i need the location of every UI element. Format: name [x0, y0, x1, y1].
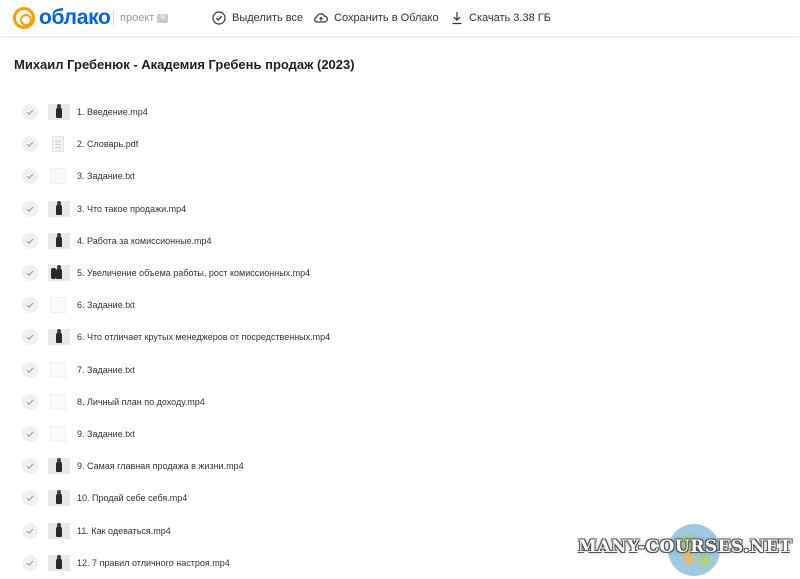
row-select-checkbox[interactable]: [22, 200, 38, 217]
row-select-checkbox[interactable]: [22, 361, 38, 378]
file-name[interactable]: 2. Словарь.pdf: [77, 137, 138, 151]
row-select-checkbox[interactable]: [22, 554, 38, 571]
video-thumbnail: [48, 104, 70, 120]
check-icon: [26, 528, 34, 534]
file-row[interactable]: 2. Словарь.pdf: [0, 128, 800, 160]
file-name[interactable]: 9. Задание.txt: [77, 427, 135, 441]
folder-title: Михаил Гребенюк - Академия Гребень прода…: [14, 57, 355, 72]
row-select-checkbox[interactable]: [22, 490, 38, 507]
check-icon: [26, 399, 34, 405]
check-icon: [26, 431, 34, 438]
pdf-thumbnail: [52, 136, 64, 153]
logo-text: облако: [39, 6, 111, 29]
file-name[interactable]: 6. Что отличает крутых менеджеров от пос…: [77, 330, 330, 344]
file-row[interactable]: 6. Задание.txt: [0, 289, 800, 321]
select-all-button[interactable]: Выделить все: [212, 10, 303, 26]
check-icon: [26, 270, 34, 277]
check-icon: [26, 367, 34, 373]
row-select-checkbox[interactable]: [22, 168, 38, 185]
row-select-checkbox[interactable]: [22, 232, 38, 249]
download-icon: [452, 12, 462, 25]
file-name[interactable]: 7. Задание.txt: [77, 363, 135, 377]
download-label: Скачать 3.38 ГБ: [469, 12, 551, 24]
top-header: облако проект M Выделить все Сохранить в…: [0, 0, 800, 37]
file-name[interactable]: 3. Задание.txt: [77, 169, 135, 183]
file-name[interactable]: 5. Увеличение объема работы, рост комисс…: [77, 266, 310, 280]
check-icon: [26, 334, 34, 341]
watermark: MANY-COURSES.NET: [578, 520, 800, 579]
row-select-checkbox[interactable]: [22, 393, 38, 410]
file-name[interactable]: 1. Введение.mp4: [77, 105, 148, 119]
row-select-checkbox[interactable]: [22, 522, 38, 539]
row-select-checkbox[interactable]: [22, 426, 38, 442]
file-row[interactable]: 9. Самая главная продажа в жизни.mp4: [0, 450, 800, 482]
text-file-thumbnail: [50, 168, 66, 185]
watermark-text: MANY-COURSES.NET: [578, 537, 793, 557]
text-file-thumbnail: [50, 361, 66, 378]
project-label-text: проект: [120, 12, 155, 24]
row-select-checkbox[interactable]: [22, 329, 38, 346]
file-row[interactable]: 1. Введение.mp4: [0, 96, 800, 128]
at-logo-icon: [13, 7, 35, 29]
check-icon: [26, 141, 34, 148]
cloud-upload-icon: [314, 13, 328, 23]
project-badge: M: [157, 13, 169, 23]
file-name[interactable]: 6. Задание.txt: [77, 298, 135, 312]
select-all-label: Выделить все: [232, 12, 304, 24]
row-select-checkbox[interactable]: [22, 136, 38, 153]
video-thumbnail: [48, 522, 70, 539]
check-icon: [26, 302, 34, 309]
file-row[interactable]: 10. Продай себе себя.mp4: [0, 482, 800, 514]
check-icon: [26, 238, 34, 244]
video-thumbnail: [48, 265, 70, 281]
video-thumbnail: [48, 200, 70, 217]
check-circle-icon: [212, 11, 226, 25]
project-label: проект M: [120, 11, 169, 25]
file-row[interactable]: 8. Личный план по доходу.mp4: [0, 386, 800, 418]
row-select-checkbox[interactable]: [22, 458, 38, 475]
video-thumbnail: [48, 232, 70, 249]
video-thumbnail: [48, 458, 70, 475]
check-icon: [26, 463, 34, 470]
text-file-thumbnail: [50, 297, 66, 314]
check-icon: [26, 495, 34, 502]
text-file-thumbnail: [50, 426, 66, 442]
save-to-cloud-label: Сохранить в Облако: [334, 12, 439, 24]
file-name[interactable]: 12. 7 правил отличного настроя.mp4: [77, 556, 230, 570]
file-row[interactable]: 3. Задание.txt: [0, 160, 800, 192]
file-name[interactable]: 4. Работа за комиссионные.mp4: [77, 234, 212, 248]
file-row[interactable]: 5. Увеличение объема работы, рост комисс…: [0, 257, 800, 289]
video-thumbnail: [48, 554, 70, 571]
check-icon: [26, 109, 34, 116]
download-button[interactable]: Скачать 3.38 ГБ: [451, 10, 551, 26]
file-row[interactable]: 7. Задание.txt: [0, 354, 800, 386]
row-select-checkbox[interactable]: [22, 265, 38, 281]
file-name[interactable]: 10. Продай себе себя.mp4: [77, 491, 187, 505]
check-icon: [26, 206, 34, 212]
check-icon: [26, 560, 34, 566]
cloud-logo[interactable]: облако: [13, 6, 111, 30]
check-icon: [26, 173, 34, 180]
file-row[interactable]: 3. Что такое продажи.mp4: [0, 193, 800, 225]
file-name[interactable]: 8. Личный план по доходу.mp4: [77, 395, 205, 409]
video-thumbnail: [48, 490, 70, 507]
save-to-cloud-button[interactable]: Сохранить в Облако: [314, 10, 439, 26]
row-select-checkbox[interactable]: [22, 104, 38, 120]
file-name[interactable]: 9. Самая главная продажа в жизни.mp4: [77, 459, 244, 473]
file-name[interactable]: 3. Что такое продажи.mp4: [77, 202, 186, 216]
header-divider: [113, 11, 114, 25]
file-row[interactable]: 4. Работа за комиссионные.mp4: [0, 225, 800, 257]
video-thumbnail: [48, 329, 70, 346]
text-file-thumbnail: [50, 393, 66, 410]
row-select-checkbox[interactable]: [22, 297, 38, 314]
file-name[interactable]: 11. Как одеваться.mp4: [77, 524, 171, 538]
file-row[interactable]: 9. Задание.txt: [0, 418, 800, 450]
file-row[interactable]: 6. Что отличает крутых менеджеров от пос…: [0, 321, 800, 353]
